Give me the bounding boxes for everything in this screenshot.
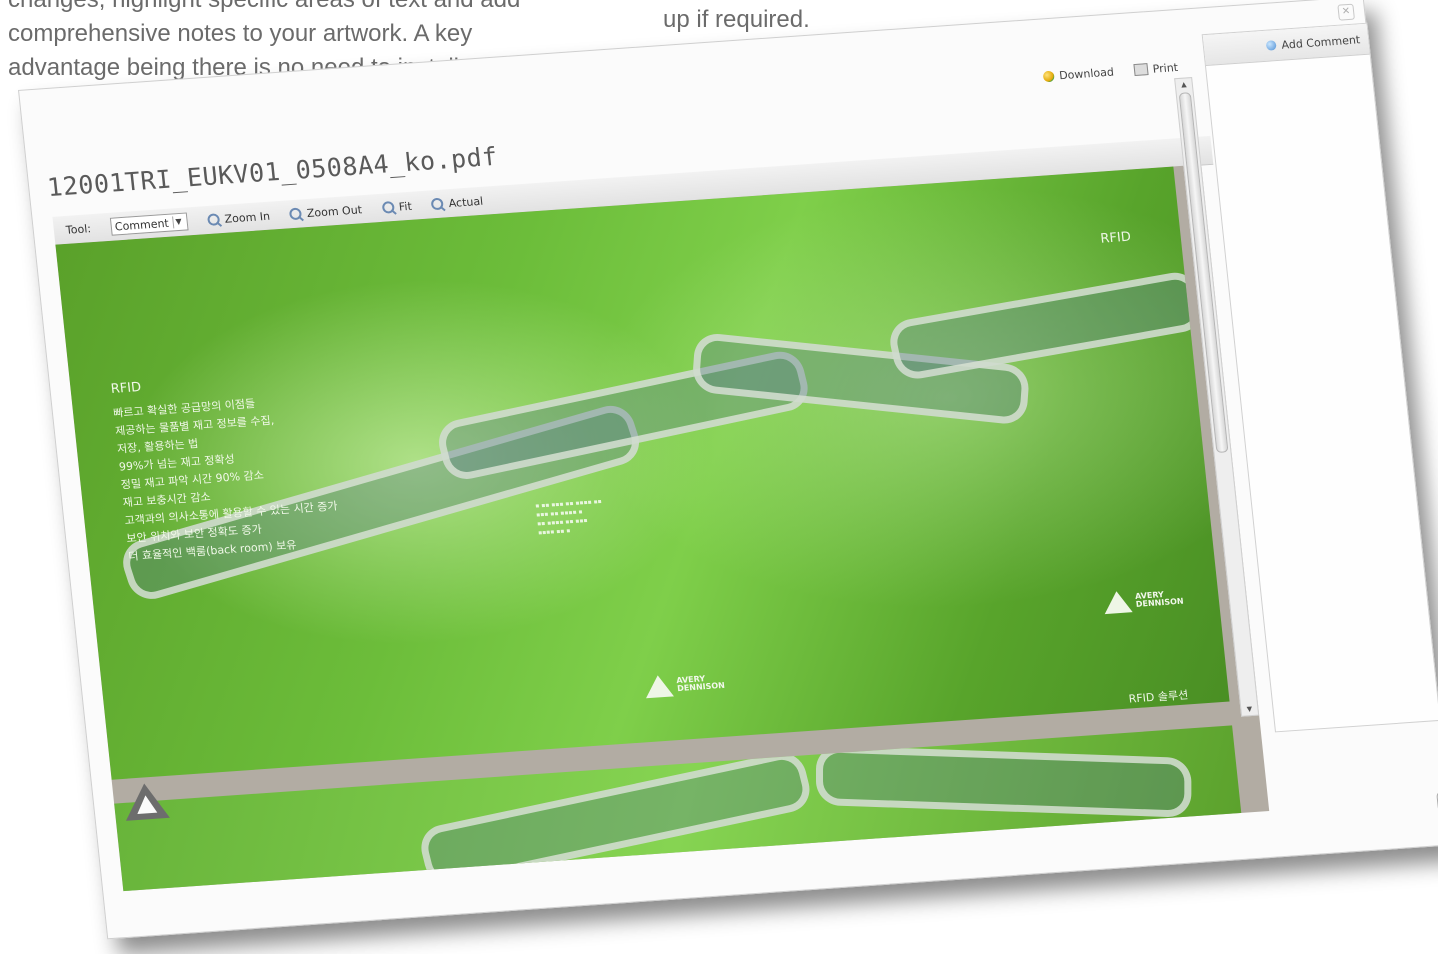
proof-viewer-window: ✕ 12001TRI_EUKV01_0508A4_ko.pdf Download… bbox=[18, 0, 1438, 940]
fit-icon bbox=[381, 201, 395, 214]
print-label: Print bbox=[1152, 60, 1179, 76]
scroll-up-icon[interactable]: ▲ bbox=[1175, 78, 1192, 91]
actual-size-icon bbox=[431, 197, 445, 211]
triangle-logo-icon bbox=[1102, 590, 1133, 615]
scroll-down-icon[interactable]: ▼ bbox=[1241, 703, 1258, 716]
document-page: RFID 빠르고 확실한 공급망의 이점들 제공하는 물품별 재고 정보를 수집… bbox=[55, 166, 1230, 780]
rfid-text-block: RFID 빠르고 확실한 공급망의 이점들 제공하는 물품별 재고 정보를 수집… bbox=[110, 366, 342, 566]
avery-dennison-logo: AVERY DENNISON bbox=[1102, 587, 1185, 615]
zoom-in-label: Zoom In bbox=[223, 209, 271, 226]
fit-label: Fit bbox=[398, 199, 413, 214]
fine-print: ▪ ▪▪ ▪▪▪ ▪▪ ▪▪▪▪ ▪▪ ▪▪▪ ▪▪ ▪▪▪▪ ▪ ▪▪ ▪▪▪▪ … bbox=[534, 498, 603, 537]
add-comment-button[interactable]: Add Comment bbox=[1266, 33, 1361, 52]
print-icon bbox=[1133, 63, 1149, 77]
rfid-solution-label: RFID 솔루션 bbox=[1128, 688, 1189, 706]
rfid-label-right: RFID bbox=[1099, 229, 1132, 247]
avery-dennison-logo bbox=[122, 781, 170, 821]
intro-line: up if required. bbox=[663, 6, 810, 33]
download-button[interactable]: Download bbox=[1042, 65, 1115, 83]
artwork-band bbox=[885, 268, 1207, 383]
chevron-down-icon: ▼ bbox=[172, 215, 185, 229]
add-comment-label: Add Comment bbox=[1280, 32, 1361, 52]
add-comment-icon bbox=[1266, 40, 1278, 51]
tool-label: Tool: bbox=[65, 221, 92, 237]
intro-line: changes, highlight specific areas of tex… bbox=[8, 0, 520, 17]
avery-dennison-logo: AVERY DENNISON bbox=[643, 671, 726, 699]
comments-header: Add Comment bbox=[1202, 23, 1370, 67]
close-icon[interactable]: ✕ bbox=[1337, 3, 1355, 21]
document-canvas[interactable]: RFID 빠르고 확실한 공급망의 이점들 제공하는 물품별 재고 정보를 수집… bbox=[55, 164, 1270, 892]
artwork-band bbox=[416, 748, 815, 889]
tool-select[interactable]: Comment ▼ bbox=[109, 212, 189, 236]
zoom-out-label: Zoom Out bbox=[306, 202, 363, 220]
tool-select-value: Comment bbox=[114, 216, 170, 233]
actual-size-button[interactable]: Actual bbox=[431, 194, 484, 211]
download-label: Download bbox=[1058, 65, 1115, 82]
fit-button[interactable]: Fit bbox=[381, 199, 412, 214]
logo-word: DENNISON bbox=[1135, 596, 1185, 609]
intro-line: comprehensive notes to your artwork. A k… bbox=[8, 20, 473, 47]
zoom-out-button[interactable]: Zoom Out bbox=[289, 202, 363, 221]
artwork-band bbox=[815, 745, 1192, 818]
zoom-in-icon bbox=[206, 213, 221, 226]
print-button[interactable]: Print bbox=[1133, 61, 1179, 77]
zoom-out-icon bbox=[289, 207, 303, 221]
download-icon bbox=[1042, 70, 1055, 82]
actual-size-label: Actual bbox=[447, 194, 484, 210]
intro-paragraph-right: up if required. bbox=[663, 3, 810, 37]
zoom-in-button[interactable]: Zoom In bbox=[206, 209, 271, 226]
triangle-logo-icon bbox=[643, 674, 674, 699]
logo-word: DENNISON bbox=[676, 680, 726, 694]
